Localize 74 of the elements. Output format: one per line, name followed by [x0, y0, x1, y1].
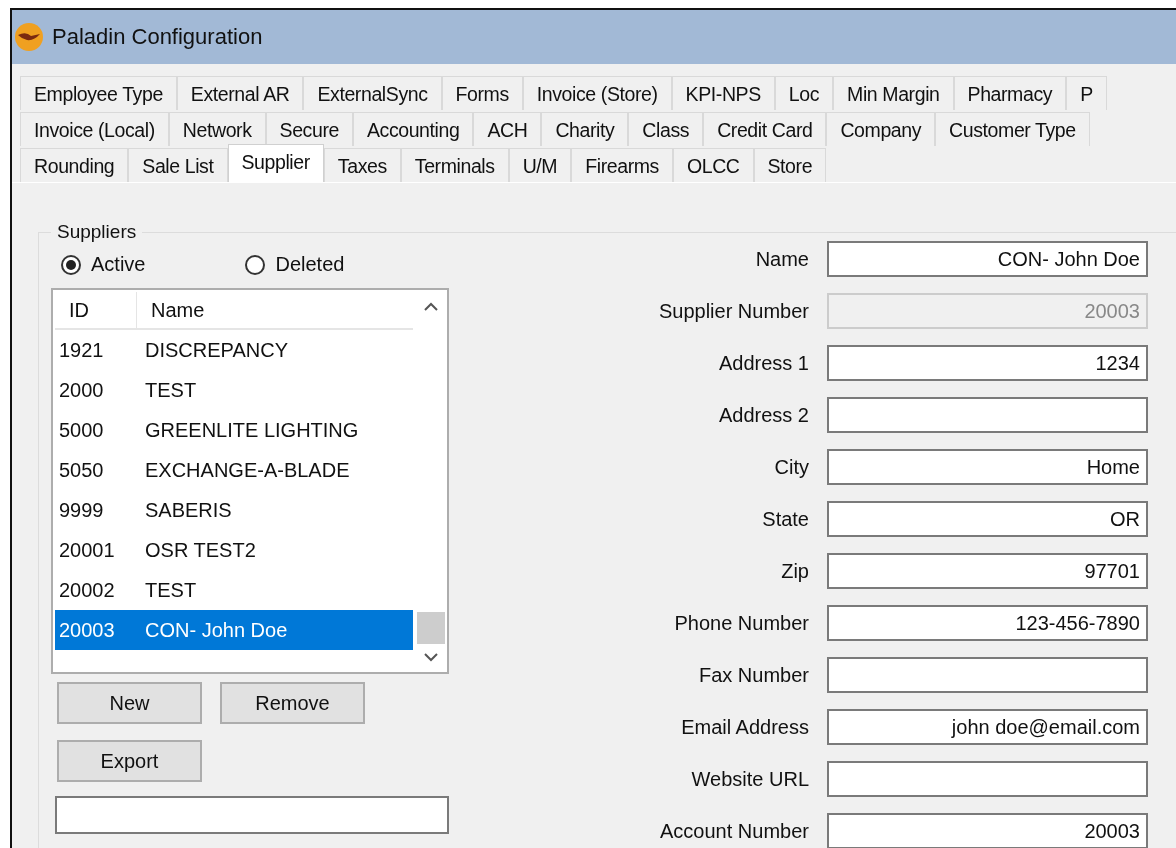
input-field[interactable]: 1234 — [827, 345, 1148, 381]
field-label: Website URL — [690, 767, 809, 791]
tab[interactable]: Loc — [774, 76, 834, 110]
field-label: Name — [754, 247, 809, 271]
scroll-down-icon[interactable] — [423, 652, 439, 662]
field-label: Zip — [780, 559, 809, 583]
tab[interactable]: Company — [826, 112, 936, 146]
tab[interactable]: Invoice (Store) — [522, 76, 672, 110]
tab[interactable]: Customer Type — [935, 112, 1090, 146]
tab[interactable]: ACH — [473, 112, 542, 146]
input-field[interactable]: 123-456-7890 — [827, 605, 1148, 641]
tab[interactable]: Rounding — [20, 148, 129, 182]
field-label: Phone Number — [673, 611, 809, 635]
field-label: Fax Number — [697, 663, 809, 687]
list-row[interactable]: 5050 EXCHANGE-A-BLADE — [55, 450, 413, 490]
radio-button[interactable]: Active — [61, 253, 146, 276]
tab[interactable]: Store — [753, 148, 827, 182]
scroll-up-icon[interactable] — [423, 302, 439, 312]
window-title: Paladin Configuration — [52, 24, 263, 50]
tab[interactable]: Network — [168, 112, 266, 146]
list-row[interactable]: 20003 CON- John Doe — [55, 610, 413, 650]
input-field[interactable]: 20003 — [827, 813, 1148, 848]
tab[interactable]: Pharmacy — [953, 76, 1067, 110]
field-label: City — [773, 455, 809, 479]
field-label: State — [761, 507, 809, 531]
tab[interactable]: Forms — [441, 76, 523, 110]
tab[interactable]: Invoice (Local) — [20, 112, 169, 146]
column-header[interactable]: ID — [55, 292, 137, 328]
field-label: Supplier Number — [657, 299, 809, 323]
tab[interactable]: Charity — [541, 112, 629, 146]
list-row[interactable]: 2000 TEST — [55, 370, 413, 410]
tab[interactable]: Taxes — [323, 148, 401, 182]
tab[interactable]: U/M — [508, 148, 572, 182]
action-button[interactable]: Export — [57, 740, 202, 782]
tab[interactable]: ExternalSync — [303, 76, 442, 110]
input-field[interactable] — [827, 397, 1148, 433]
column-header[interactable]: Name — [137, 298, 205, 322]
action-button[interactable]: New — [57, 682, 202, 724]
tab[interactable]: Employee Type — [20, 76, 177, 110]
input-field[interactable]: OR — [827, 501, 1148, 537]
group-title: Suppliers — [56, 221, 138, 243]
tab[interactable]: Firearms — [571, 148, 673, 182]
tab[interactable]: Credit Card — [703, 112, 827, 146]
field-label: Email Address — [680, 715, 809, 739]
input-field[interactable] — [827, 657, 1148, 693]
list-row[interactable]: 9999 SABERIS — [55, 490, 413, 530]
tab[interactable]: Supplier — [227, 144, 324, 182]
action-button[interactable]: Remove — [220, 682, 365, 724]
tab[interactable]: External AR — [176, 76, 304, 110]
tab[interactable]: KPI-NPS — [671, 76, 775, 110]
tab[interactable]: Min Margin — [833, 76, 954, 110]
tab[interactable]: Accounting — [352, 112, 474, 146]
app-logo-icon — [14, 22, 44, 52]
tab[interactable]: P — [1066, 76, 1107, 110]
input-field[interactable] — [827, 761, 1148, 797]
input-field[interactable]: john doe@email.com — [827, 709, 1148, 745]
scroll-thumb[interactable] — [417, 612, 445, 644]
list-row[interactable]: 20001 OSR TEST2 — [55, 530, 413, 570]
input-field[interactable]: 97701 — [827, 553, 1148, 589]
tab[interactable]: Sale List — [128, 148, 228, 182]
input-field[interactable]: Home — [827, 449, 1148, 485]
list-row[interactable]: 20002 TEST — [55, 570, 413, 610]
field-label: Account Number — [659, 819, 809, 843]
list-row[interactable]: 1921 DISCREPANCY — [55, 330, 413, 370]
radio-button[interactable]: Deleted — [245, 253, 345, 276]
tab[interactable]: OLCC — [672, 148, 754, 182]
input-field[interactable]: CON- John Doe — [827, 241, 1148, 277]
tab[interactable]: Secure — [265, 112, 353, 146]
field-label: Address 2 — [717, 403, 809, 427]
tab[interactable]: Class — [628, 112, 704, 146]
input-field[interactable] — [55, 796, 449, 834]
tab[interactable]: Terminals — [400, 148, 509, 182]
field-label: Address 1 — [717, 351, 809, 375]
list-row[interactable]: 5000 GREENLITE LIGHTING — [55, 410, 413, 450]
